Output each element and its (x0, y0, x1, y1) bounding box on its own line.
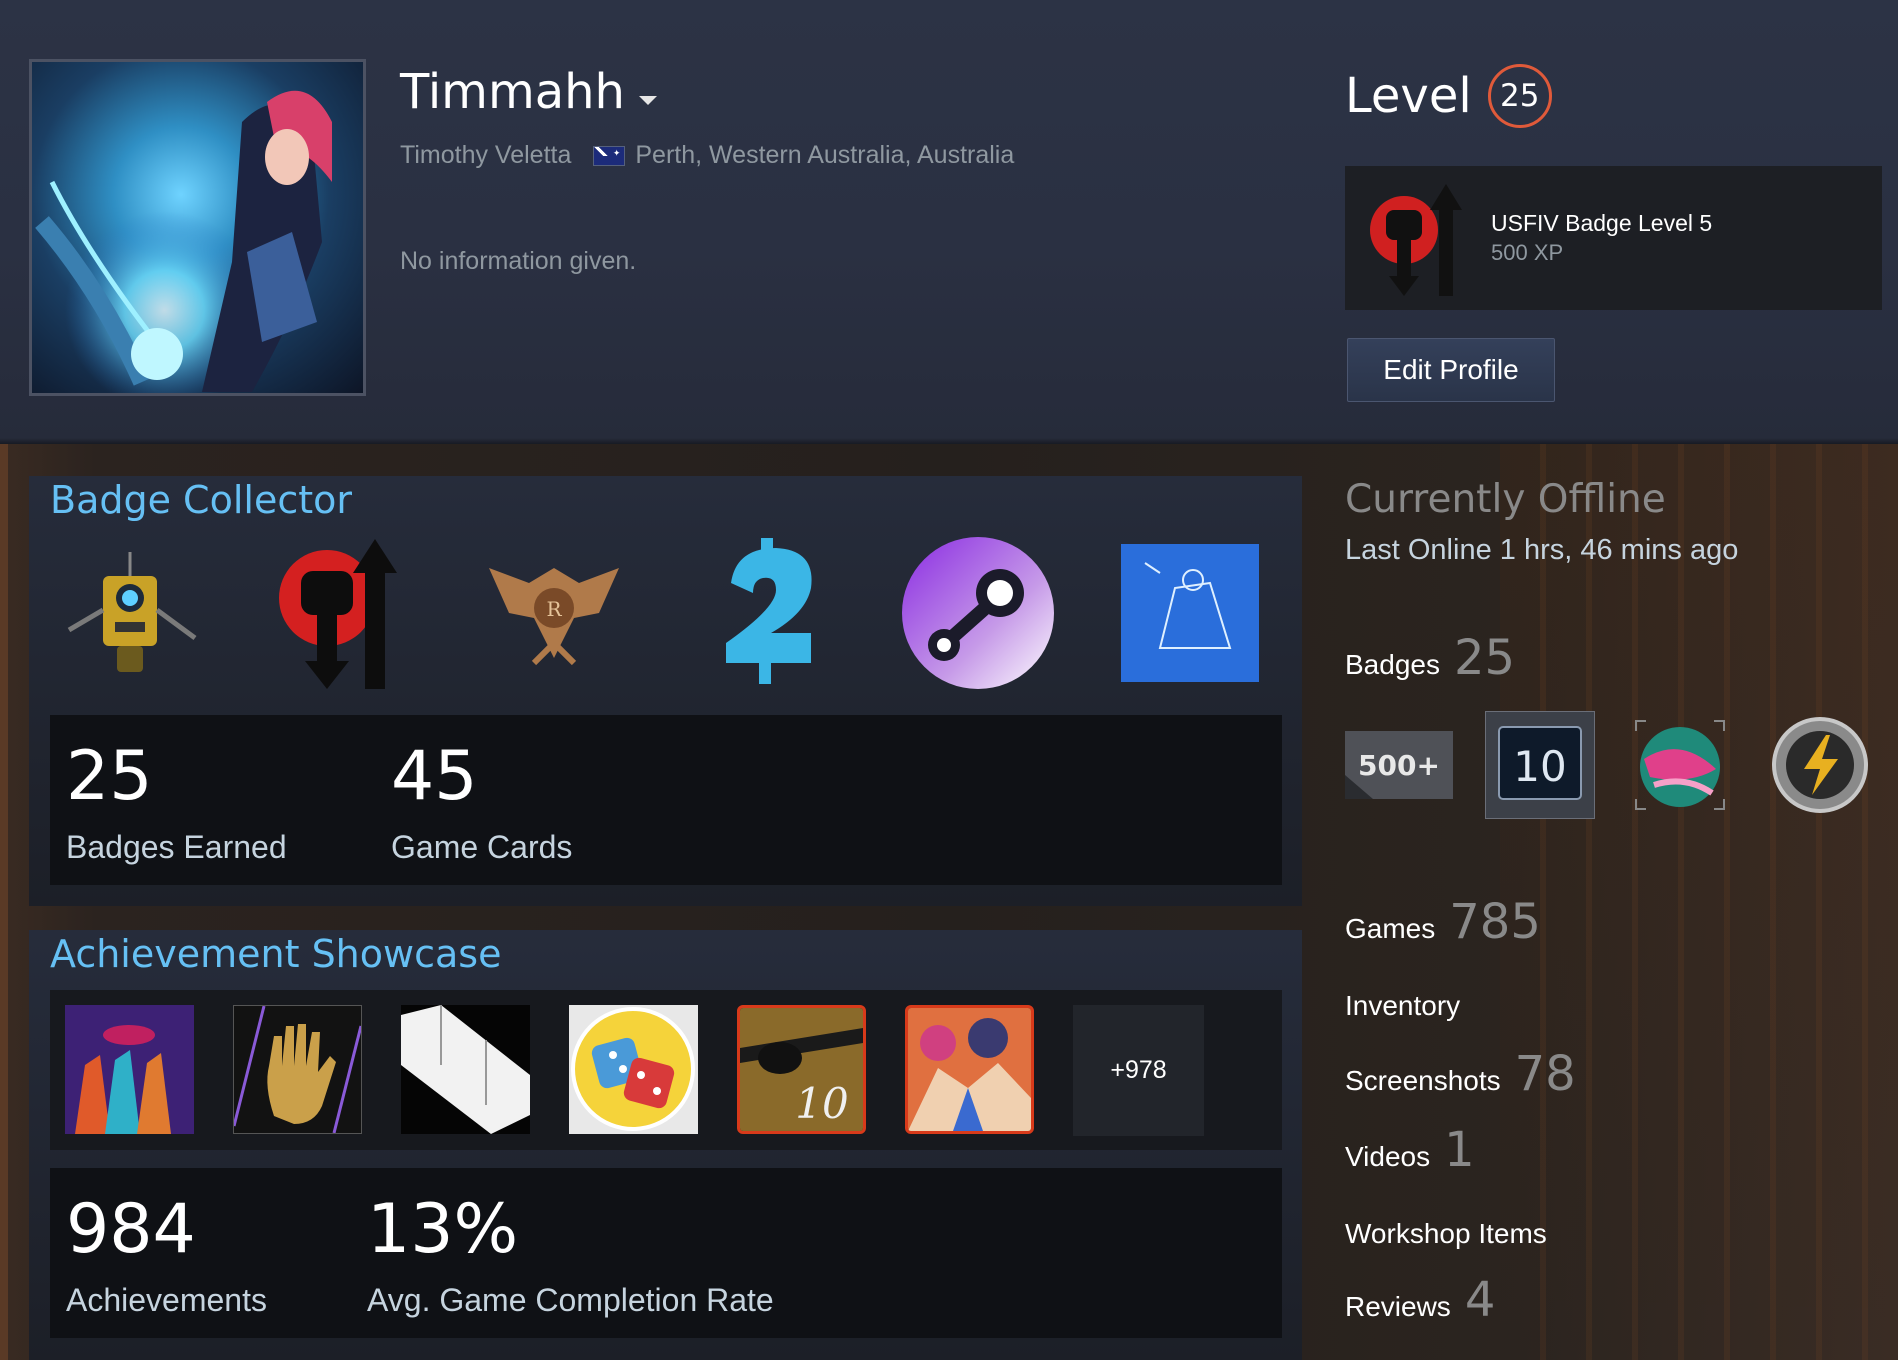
badges-earned-label: Badges Earned (66, 829, 287, 865)
profile-avatar[interactable] (29, 59, 366, 396)
blue-sketch-badge-icon[interactable] (1110, 533, 1270, 693)
profile-subline: Timothy Veletta Perth, Western Australia… (400, 141, 1014, 170)
games-count-value: 785 (1449, 894, 1541, 950)
screenshots-count-link[interactable]: Screenshots 78 (1345, 1046, 1576, 1102)
500-plus-label: 500+ (1358, 749, 1440, 782)
badges-count-label: Badges (1345, 649, 1440, 680)
orb-badge-icon[interactable] (1625, 712, 1735, 817)
reviews-count-value: 4 (1464, 1272, 1496, 1328)
badges-earned-value: 25 (66, 737, 153, 816)
level-display: Level 25 (1345, 64, 1552, 128)
achievements-label: Achievements (66, 1282, 267, 1318)
completion-rate-label: Avg. Game Completion Rate (367, 1282, 774, 1318)
edit-profile-button[interactable]: Edit Profile (1347, 338, 1555, 402)
badges-earned-stat[interactable]: 25 Badges Earned (66, 743, 287, 866)
real-name: Timothy Veletta (400, 141, 572, 169)
number-two-badge-icon[interactable] (686, 533, 846, 693)
completion-rate-stat[interactable]: 13% Avg. Game Completion Rate (367, 1196, 774, 1319)
svg-text:10: 10 (795, 1079, 848, 1128)
steam-logo-badge-icon[interactable] (898, 533, 1058, 693)
claptrap-badge-icon[interactable] (50, 533, 210, 693)
10-years-badge-icon[interactable]: 10 (1485, 710, 1595, 819)
lightning-coin-badge-icon[interactable] (1765, 712, 1875, 817)
favorite-badge-xp: 500 XP (1491, 240, 1564, 265)
achievement-icon-dice[interactable] (569, 1005, 698, 1134)
achievement-icon-eyepatch-10[interactable]: 10 (737, 1005, 866, 1134)
badge-stats-box: 25 Badges Earned 45 Game Cards (50, 715, 1282, 885)
achievement-icon-golden-hand[interactable] (233, 1005, 362, 1134)
favorite-badge-info: USFIV Badge Level 5 500 XP (1491, 210, 1712, 266)
favorite-badge-name: USFIV Badge Level 5 (1491, 210, 1713, 236)
inventory-label: Inventory (1345, 990, 1461, 1021)
australia-flag-icon (593, 145, 626, 166)
chevron-down-icon[interactable] (638, 95, 657, 105)
badges-count-link[interactable]: Badges 25 (1345, 630, 1515, 686)
favorite-badge[interactable]: USFIV Badge Level 5 500 XP (1345, 166, 1882, 310)
games-count-link[interactable]: Games 785 (1345, 894, 1541, 950)
eagle-emblem-badge-icon[interactable]: R (474, 533, 634, 693)
achievement-stats-box: 984 Achievements 13% Avg. Game Completio… (50, 1168, 1282, 1338)
workshop-items-link[interactable]: Workshop Items (1345, 1218, 1547, 1250)
game-cards-label: Game Cards (391, 829, 573, 865)
game-cards-value: 45 (391, 737, 478, 816)
videos-count-value: 1 (1444, 1122, 1475, 1178)
500-plus-badge-icon[interactable]: 500+ (1345, 712, 1455, 817)
usfiv-badge-icon[interactable] (262, 533, 422, 693)
achievement-icon-hooded-figures[interactable] (65, 1005, 194, 1134)
videos-count-label: Videos (1345, 1141, 1431, 1172)
svg-text:R: R (546, 597, 562, 621)
inventory-link[interactable]: Inventory (1345, 990, 1460, 1022)
reviews-count-link[interactable]: Reviews 4 (1345, 1272, 1495, 1328)
location: Perth, Western Australia, Australia (635, 141, 1015, 169)
completion-rate-value: 13% (367, 1190, 519, 1269)
achievement-showcase-title: Achievement Showcase (50, 932, 502, 976)
more-achievements-button[interactable]: +978 (1073, 1005, 1204, 1136)
workshop-items-label: Workshop Items (1345, 1218, 1547, 1249)
achievement-icon-white-blocks[interactable] (401, 1005, 530, 1134)
screenshots-count-label: Screenshots (1345, 1065, 1501, 1096)
achievements-value: 984 (66, 1190, 196, 1269)
usfiv-badge-icon (1370, 184, 1462, 296)
game-cards-stat[interactable]: 45 Game Cards (391, 743, 572, 866)
screenshots-count-value: 78 (1514, 1046, 1576, 1102)
last-online-text: Last Online 1 hrs, 46 mins ago (1345, 534, 1739, 566)
username[interactable]: Timmahh (400, 64, 625, 120)
level-label: Level (1345, 68, 1472, 124)
games-count-label: Games (1345, 913, 1436, 944)
level-badge[interactable]: 25 (1487, 64, 1552, 128)
10-years-label: 10 (1513, 742, 1566, 791)
username-row[interactable]: Timmahh (400, 64, 657, 120)
reviews-count-label: Reviews (1345, 1291, 1451, 1322)
achievement-icon-fighters[interactable] (905, 1005, 1034, 1134)
online-status-title: Currently Offline (1345, 477, 1666, 522)
profile-summary: No information given. (400, 247, 637, 275)
videos-count-link[interactable]: Videos 1 (1345, 1122, 1475, 1178)
badge-collector-title: Badge Collector (50, 478, 352, 522)
badges-count-value: 25 (1453, 630, 1516, 686)
achievements-stat[interactable]: 984 Achievements (66, 1196, 267, 1319)
